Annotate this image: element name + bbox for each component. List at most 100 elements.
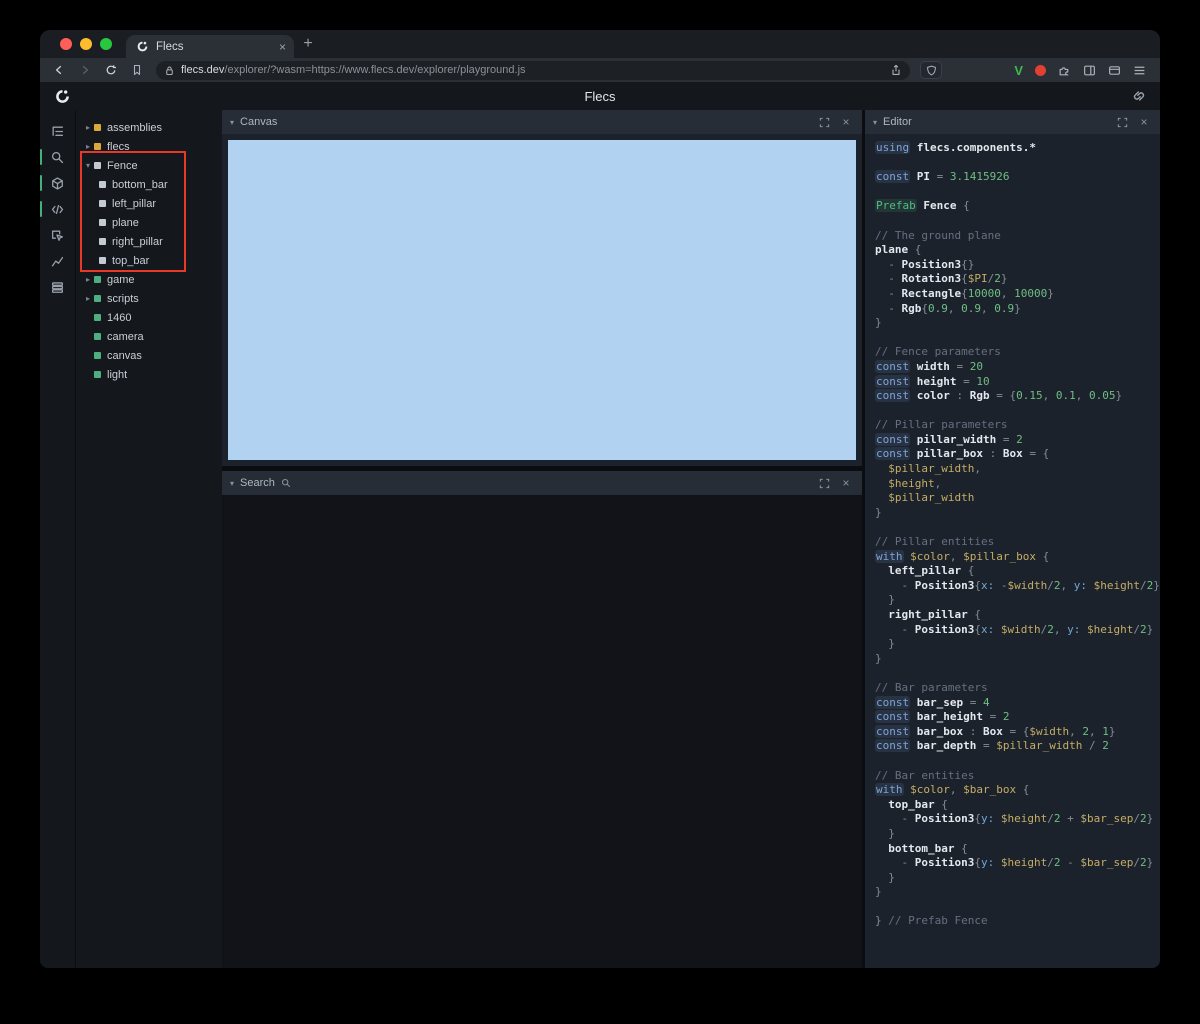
tree-item-light[interactable]: light [76,365,222,384]
address-bar[interactable]: flecs.dev/explorer/?wasm=https://www.fle… [156,60,911,80]
code-line: - Position3{} [875,257,975,271]
shield-icon[interactable] [920,61,943,79]
share-icon[interactable] [890,64,902,76]
entity-square-icon [99,219,106,226]
menu-hamburger-icon[interactable] [1133,64,1146,77]
tree-item-label: bottom_bar [112,178,168,191]
tree-item-label: light [107,368,128,381]
v-extension-icon[interactable]: V [1014,63,1023,78]
entity-square-icon [94,314,101,321]
share-link-icon[interactable] [1132,89,1146,103]
code-line: top_bar { [888,797,948,811]
url-host: flecs.dev [181,64,225,76]
code-line: // Pillar parameters [875,418,1008,432]
code-line: left_pillar { [888,564,975,578]
canvas-viewport[interactable] [228,140,856,460]
active-panel-indicator [40,175,42,191]
zoom-window-button[interactable] [100,38,112,50]
tab-strip: Flecs × + [40,30,1160,58]
entity-square-icon [99,181,106,188]
expand-icon[interactable] [816,475,832,491]
code-line: $pillar_width [888,491,975,505]
close-tab-icon[interactable]: × [279,41,286,53]
rail-button-canvas[interactable] [40,170,75,196]
tree-item-right_pillar[interactable]: right_pillar [76,232,222,251]
tree-item-1460[interactable]: 1460 [76,308,222,327]
tree-item-flecs[interactable]: ▸ flecs [76,137,222,156]
browser-tab[interactable]: Flecs × [126,35,294,58]
tree-item-left_pillar[interactable]: left_pillar [76,194,222,213]
close-icon[interactable]: × [838,475,854,491]
lock-icon [164,65,175,76]
editor-code[interactable]: using flecs.components.* const PI = 3.14… [865,134,1160,968]
entity-square-icon [94,295,101,302]
chevron-down-icon[interactable]: ▾ [873,118,877,127]
chevron-down-icon[interactable]: ▾ [230,479,234,488]
close-icon[interactable]: × [838,114,854,130]
tree-item-bottom_bar[interactable]: bottom_bar [76,175,222,194]
rail-button-stats[interactable] [40,248,75,274]
active-panel-indicator [40,201,42,217]
canvas-icon [51,176,64,190]
canvas-panel-title: Canvas [240,116,278,128]
tree-item-label: 1460 [107,311,132,324]
forward-icon[interactable] [76,61,94,79]
chevron-down-icon[interactable]: ▾ [230,118,234,127]
rail-button-entity-tree[interactable] [40,118,75,144]
entity-square-icon [94,162,101,169]
red-extension-icon[interactable] [1035,64,1046,76]
tree-item-camera[interactable]: camera [76,327,222,346]
expand-icon[interactable] [1114,114,1130,130]
tree-item-Fence[interactable]: ▾ Fence [76,156,222,175]
code-line: - Rectangle{10000, 10000} [875,286,1054,300]
tree-item-plane[interactable]: plane [76,213,222,232]
rail-button-search[interactable] [40,144,75,170]
main-content: ▸ assemblies ▸ flecs ▾ Fence bottom_bar left_pi… [40,110,1160,968]
tree-item-scripts[interactable]: ▸ scripts [76,289,222,308]
search-panel-title: Search [240,477,275,489]
extensions-puzzle-icon[interactable] [1058,64,1071,77]
code-line: bottom_bar { [888,841,968,855]
tree-item-game[interactable]: ▸ game [76,270,222,289]
tree-item-label: flecs [107,140,130,153]
entity-square-icon [99,238,106,245]
search-panel: ▾ Search × [222,471,862,968]
collapsed-arrow-icon[interactable]: ▸ [82,294,94,303]
code-line: const bar_depth = $pillar_width / 2 [875,739,1109,753]
rail-button-resources[interactable] [40,274,75,300]
sidebar-toggle-icon[interactable] [1083,64,1096,77]
collapsed-arrow-icon[interactable]: ▸ [82,123,94,132]
tab-title: Flecs [156,40,184,53]
search-results-area [222,495,862,968]
expanded-arrow-icon[interactable]: ▾ [82,161,94,170]
close-icon[interactable]: × [1136,114,1152,130]
wallet-icon[interactable] [1108,64,1121,77]
code-line: const height = 10 [875,374,990,388]
tree-item-label: canvas [107,349,142,362]
code-line: // Bar entities [875,768,975,782]
rail-button-editor[interactable] [40,196,75,222]
back-icon[interactable] [50,61,68,79]
tree-item-assemblies[interactable]: ▸ assemblies [76,118,222,137]
tree-item-canvas[interactable]: canvas [76,346,222,365]
close-window-button[interactable] [60,38,72,50]
collapsed-arrow-icon[interactable]: ▸ [82,142,94,151]
reload-icon[interactable] [102,61,120,79]
new-tab-button[interactable]: + [294,30,322,58]
tree-item-top_bar[interactable]: top_bar [76,251,222,270]
expand-icon[interactable] [816,114,832,130]
code-line: - Position3{y: $height/2 + $bar_sep/2} [875,812,1154,826]
entity-square-icon [94,333,101,340]
bookmark-icon[interactable] [128,61,146,79]
entity-square-icon [94,352,101,359]
collapsed-arrow-icon[interactable]: ▸ [82,275,94,284]
url-text: flecs.dev/explorer/?wasm=https://www.fle… [181,64,526,76]
rail-button-inspector[interactable] [40,222,75,248]
search-icon [281,478,291,488]
minimize-window-button[interactable] [80,38,92,50]
code-line: Prefab Fence { [875,199,970,213]
